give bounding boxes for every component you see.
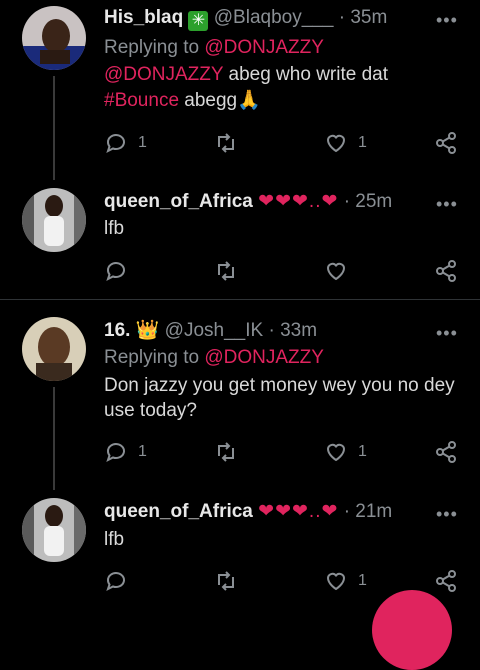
user-handle[interactable]: @Blaqboy___ <box>214 7 334 28</box>
like-button[interactable]: 1 <box>324 440 367 464</box>
share-icon <box>436 132 456 154</box>
heart-icon <box>326 262 346 281</box>
timestamp[interactable]: 35m <box>350 7 387 28</box>
retweet-icon <box>218 442 234 462</box>
tweet[interactable]: queen_of_Africa ❤❤❤..❤ · 25m ••• lfb <box>0 180 480 298</box>
more-icon[interactable]: ••• <box>436 10 458 31</box>
timestamp[interactable]: 25m <box>355 191 392 212</box>
avatar[interactable] <box>22 498 86 562</box>
tweet-text: lfb <box>104 529 125 550</box>
tweet[interactable]: 16. 👑 @Josh__IK · 33m ••• Replying to @D… <box>0 300 480 490</box>
thread-line <box>53 387 55 490</box>
reply-icon <box>106 572 125 591</box>
tweet-text: @DONJAZZY abeg who write dat <box>104 63 388 87</box>
mention-link[interactable]: @DONJAZZY <box>204 37 324 58</box>
like-button[interactable] <box>324 259 358 283</box>
like-button[interactable]: 1 <box>324 569 367 593</box>
more-icon[interactable]: ••• <box>436 323 458 344</box>
action-bar: 1 1 <box>104 131 464 155</box>
avatar[interactable] <box>22 6 86 70</box>
like-count: 1 <box>358 134 367 151</box>
text-segment: abegg🙏 <box>179 90 261 111</box>
heart-icon <box>326 443 346 462</box>
reply-count: 1 <box>138 443 147 460</box>
share-icon <box>436 570 456 592</box>
share-icon <box>436 441 456 463</box>
separator-dot: · <box>343 501 351 522</box>
tweet-header: His_blaq ✳ @Blaqboy___ · 35m <box>104 6 387 31</box>
more-icon[interactable]: ••• <box>436 194 458 215</box>
replying-label: Replying to <box>104 347 200 368</box>
reply-icon <box>106 134 125 153</box>
retweet-button[interactable] <box>214 440 248 464</box>
mention-link[interactable]: @DONJAZZY <box>104 64 223 85</box>
text-segment: abeg who write dat <box>223 64 389 85</box>
tweet-header: queen_of_Africa ❤❤❤..❤ · 21m <box>104 500 392 524</box>
tweet[interactable]: His_blaq ✳ @Blaqboy___ · 35m ••• Replyin… <box>0 0 480 180</box>
compose-button[interactable] <box>372 590 452 670</box>
avatar[interactable] <box>22 317 86 381</box>
share-icon <box>436 260 456 282</box>
like-count: 1 <box>358 443 367 460</box>
tweet-text: Don jazzy you get money wey you no dey <box>104 375 455 396</box>
tweet-header: 16. 👑 @Josh__IK · 33m <box>104 319 317 343</box>
share-button[interactable] <box>434 259 458 283</box>
retweet-icon <box>218 261 234 281</box>
separator-dot: · <box>268 320 275 341</box>
replying-to: Replying to @DONJAZZY <box>104 36 324 60</box>
display-name[interactable]: queen_of_Africa <box>104 191 253 212</box>
crown-icon: 👑 <box>135 320 160 341</box>
reply-button[interactable]: 1 <box>104 131 147 155</box>
reply-icon <box>106 443 125 462</box>
retweet-icon <box>218 133 234 153</box>
retweet-button[interactable] <box>214 569 248 593</box>
sparkle-badge-icon: ✳ <box>188 11 209 31</box>
mention-link[interactable]: @DONJAZZY <box>204 347 324 368</box>
timestamp[interactable]: 21m <box>355 501 392 522</box>
action-bar <box>104 259 464 283</box>
more-icon[interactable]: ••• <box>436 504 458 525</box>
avatar[interactable] <box>22 188 86 252</box>
emoji-hearts: ❤❤❤..❤ <box>258 191 339 212</box>
like-count: 1 <box>358 572 367 589</box>
timestamp[interactable]: 33m <box>280 320 317 341</box>
reply-count: 1 <box>138 134 147 151</box>
replying-label: Replying to <box>104 37 200 58</box>
share-button[interactable] <box>434 440 458 464</box>
user-handle[interactable]: @Josh__IK <box>165 320 264 341</box>
thread-line <box>53 76 55 180</box>
share-button[interactable] <box>434 131 458 155</box>
tweet[interactable]: queen_of_Africa ❤❤❤..❤ · 21m ••• lfb 1 <box>0 490 480 606</box>
separator-dot: · <box>338 7 346 28</box>
reply-icon <box>106 262 125 281</box>
retweet-button[interactable] <box>214 259 248 283</box>
share-button[interactable] <box>434 569 458 593</box>
hashtag-link[interactable]: #Bounce <box>104 90 179 111</box>
tweet-header: queen_of_Africa ❤❤❤..❤ · 25m <box>104 190 392 214</box>
separator-dot: · <box>343 191 351 212</box>
heart-icon <box>326 134 346 153</box>
reply-button[interactable] <box>104 259 138 283</box>
tweet-text: lfb <box>104 218 125 239</box>
retweet-icon <box>218 571 234 591</box>
display-name[interactable]: queen_of_Africa <box>104 501 253 522</box>
action-bar: 1 1 <box>104 440 464 464</box>
tweet-text: use today? <box>104 400 197 421</box>
reply-button[interactable] <box>104 569 138 593</box>
emoji-hearts: ❤❤❤..❤ <box>258 501 339 522</box>
replying-to: Replying to @DONJAZZY <box>104 346 324 370</box>
heart-icon <box>326 572 346 591</box>
tweet-text: #Bounce abegg🙏 <box>104 89 261 113</box>
retweet-button[interactable] <box>214 131 248 155</box>
display-name[interactable]: His_blaq <box>104 7 183 28</box>
like-button[interactable]: 1 <box>324 131 367 155</box>
reply-button[interactable]: 1 <box>104 440 147 464</box>
display-name[interactable]: 16. <box>104 320 130 341</box>
